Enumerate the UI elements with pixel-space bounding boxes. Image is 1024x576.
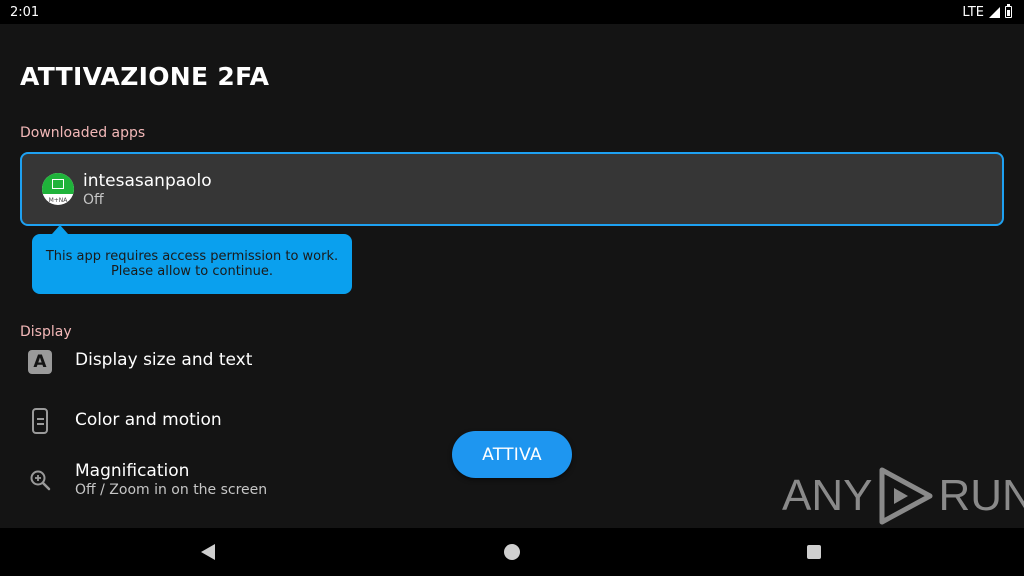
status-bar: 2:01 LTE [0,0,1024,24]
status-time: 2:01 [10,4,40,20]
status-icons: LTE [962,4,1012,20]
recents-button[interactable] [804,542,824,562]
navigation-bar [0,528,1024,576]
watermark-left: ANY [782,471,873,520]
app-icon: M+NA [42,173,74,205]
tooltip-arrow [52,225,68,234]
text-size-icon: A [27,349,53,375]
magnify-icon [27,467,53,493]
signal-icon [989,6,1000,18]
tooltip-line-1: This app requires access permission to w… [45,249,339,264]
color-motion-icon [27,408,53,434]
home-icon [504,544,520,560]
setting-display-size[interactable]: A Display size and text [20,345,620,381]
setting-title: Color and motion [75,410,222,430]
section-header-display: Display [20,324,72,340]
section-header-downloaded: Downloaded apps [20,125,146,141]
page-title: ATTIVAZIONE 2FA [20,62,270,91]
app-item-intesasanpaolo[interactable]: M+NA intesasanpaolo Off [20,152,1004,226]
setting-title: Display size and text [75,350,253,370]
setting-title: Magnification [75,461,190,481]
setting-subtitle: Off / Zoom in on the screen [75,482,268,498]
watermark-right: RUN [938,471,1024,520]
network-type: LTE [962,4,984,20]
back-button[interactable] [198,542,218,562]
battery-icon [1005,4,1012,18]
app-name: intesasanpaolo [83,171,212,191]
home-button[interactable] [502,542,522,562]
back-icon [201,544,215,560]
attiva-button[interactable]: ATTIVA [452,431,572,478]
anyrun-watermark: ANY RUN [782,464,1024,528]
recents-icon [807,545,821,559]
play-logo-icon [879,467,933,525]
app-status: Off [83,192,104,208]
tooltip-line-2: Please allow to continue. [110,264,274,279]
permission-tooltip: This app requires access permission to w… [32,234,352,294]
